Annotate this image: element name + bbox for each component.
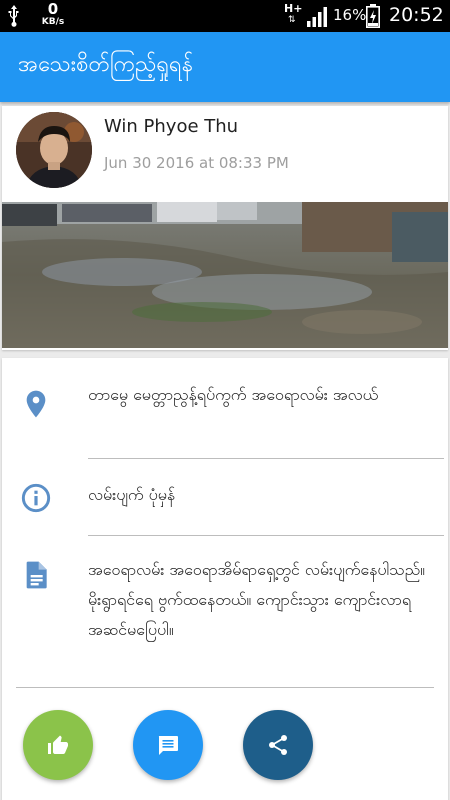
comment-icon	[158, 736, 178, 755]
page-title: အသေးစိတ်ကြည့်ရှုရန်	[18, 52, 194, 77]
document-icon	[26, 561, 47, 589]
network-activity-icon: ⇅	[288, 15, 296, 25]
clock: 20:52	[389, 4, 444, 26]
post-date: Jun 30 2016 at 08:33 PM	[104, 154, 289, 172]
like-button[interactable]	[23, 710, 93, 780]
description-text: အဝေရာလမ်း အဝေရာအိမ်ရာရှေ့တွင် လမ်းပျက်နေ…	[88, 560, 426, 639]
battery-charging-icon	[366, 4, 380, 28]
network-speed-unit: KB/s	[41, 17, 65, 27]
avatar-image	[16, 112, 92, 188]
network-type: H+	[284, 2, 303, 15]
divider	[88, 535, 444, 536]
info-icon	[21, 483, 51, 513]
location-pin-icon	[26, 390, 46, 418]
post-photo[interactable]	[2, 202, 448, 348]
network-speed-value: 0	[47, 0, 59, 18]
flooded-street-photo	[2, 202, 448, 348]
share-icon	[269, 735, 287, 755]
battery-percent: 16%	[333, 6, 367, 24]
usb-icon	[8, 5, 19, 27]
divider	[16, 687, 434, 688]
thumbs-up-icon	[48, 735, 68, 754]
location-text: တာမွေ မေတ္တာညွန့်ရပ်ကွက် အဝေရာလမ်း အလယ်	[88, 385, 379, 404]
status-bar: 0 KB/s H+ ⇅ 16% 20:52	[0, 0, 450, 32]
share-button[interactable]	[243, 710, 313, 780]
divider	[88, 458, 444, 459]
signal-icon	[307, 7, 327, 27]
category-text: လမ်းပျက် ပုံမှန်	[88, 485, 176, 504]
network-speed: 0 KB/s	[38, 2, 68, 27]
post-card: Win Phyoe Thu Jun 30 2016 at 08:33 PM	[2, 106, 448, 350]
author-name[interactable]: Win Phyoe Thu	[104, 116, 238, 137]
app-bar: အသေးစိတ်ကြည့်ရှုရန်	[0, 32, 450, 102]
user-avatar[interactable]	[16, 112, 92, 188]
comment-button[interactable]	[133, 710, 203, 780]
